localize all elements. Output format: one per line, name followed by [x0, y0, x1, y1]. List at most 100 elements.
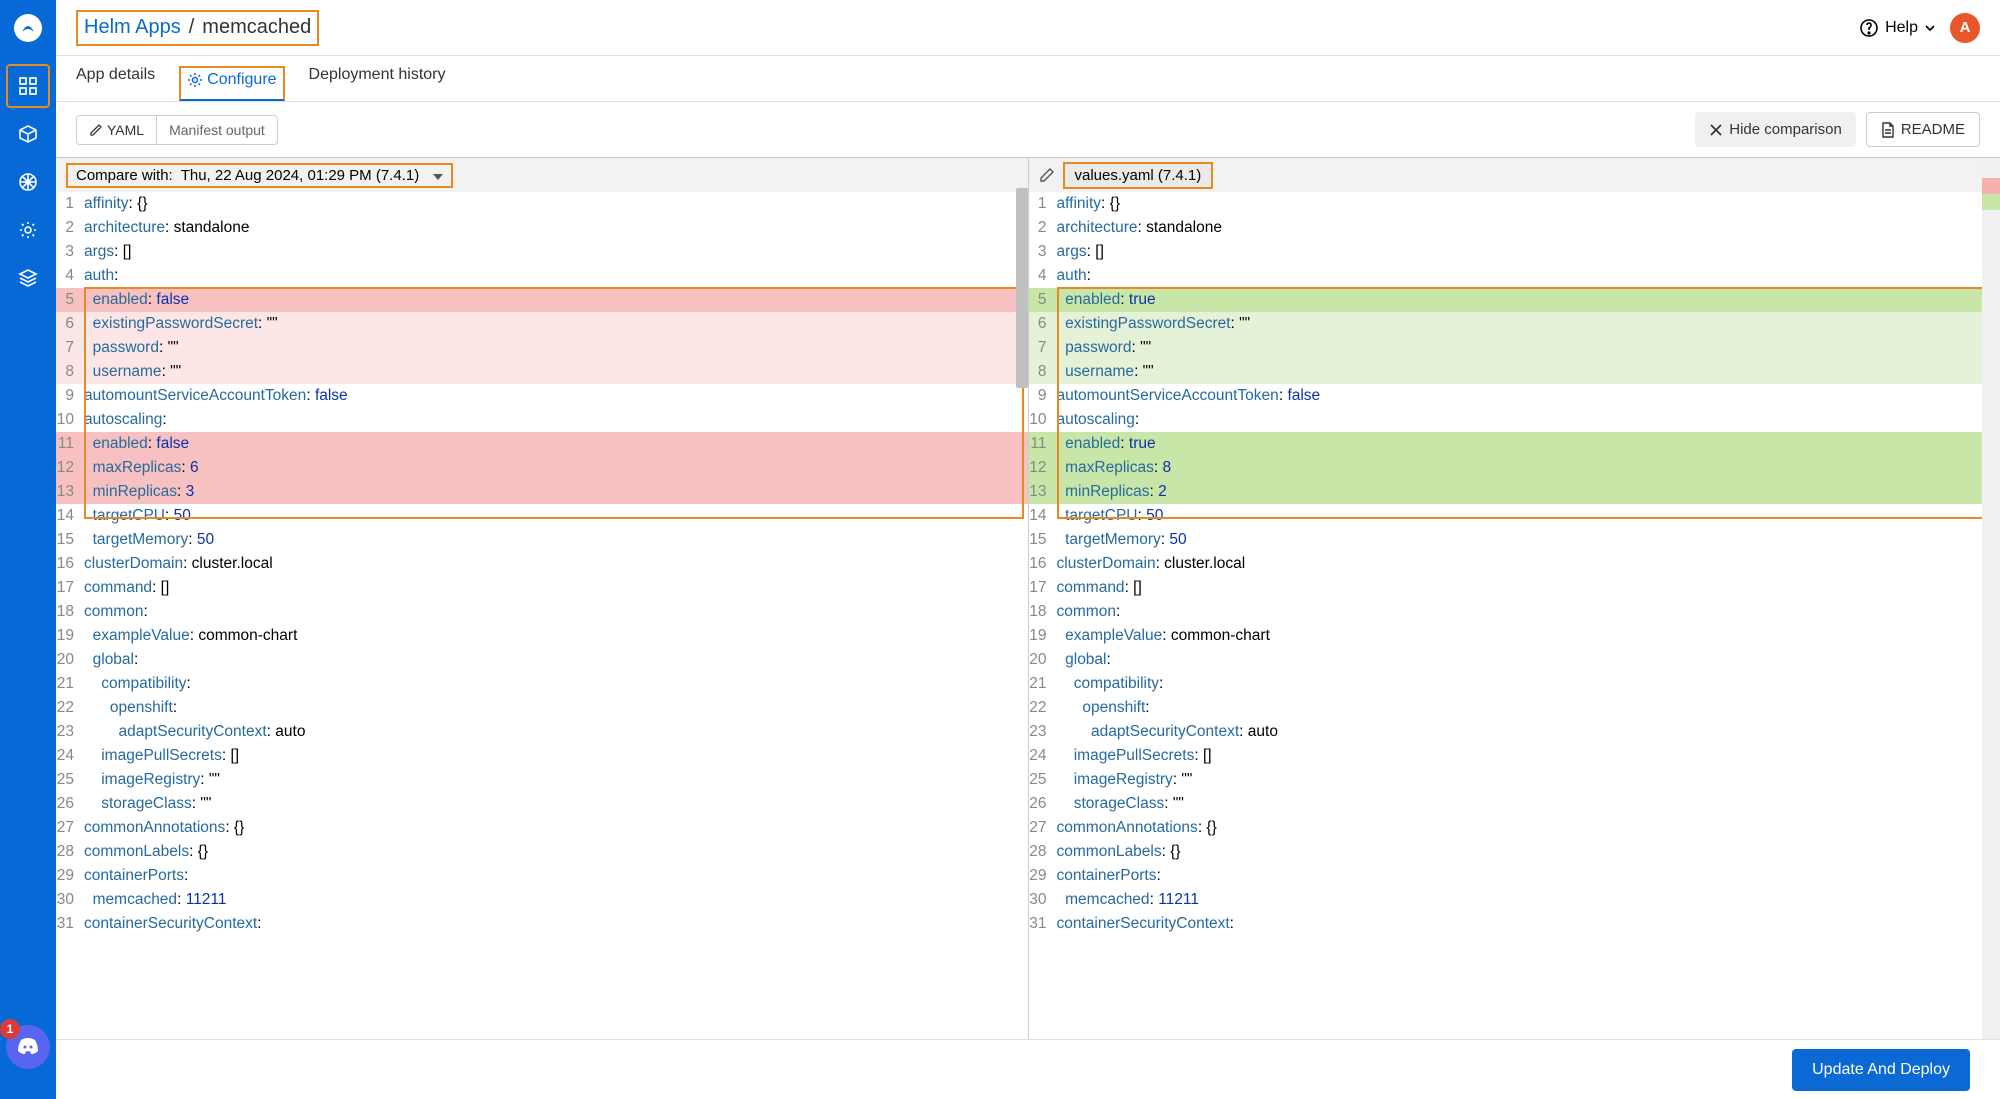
code-line: 31containerSecurityContext:	[1029, 912, 2000, 936]
compare-with-dropdown[interactable]: Compare with: Thu, 22 Aug 2024, 01:29 PM…	[66, 163, 453, 188]
diff-area: Compare with: Thu, 22 Aug 2024, 01:29 PM…	[56, 157, 2000, 1039]
code-line: 21 compatibility:	[1029, 672, 2000, 696]
code-content: auth:	[1057, 264, 2000, 288]
manifest-button[interactable]: Manifest output	[157, 116, 277, 144]
nav-steering-icon[interactable]	[6, 160, 50, 204]
code-line: 1affinity: {}	[56, 192, 1028, 216]
code-line: 26 storageClass: ""	[1029, 792, 2000, 816]
footer: Update And Deploy	[56, 1039, 2000, 1099]
breadcrumb-root[interactable]: Helm Apps	[84, 16, 181, 39]
code-line: 1affinity: {}	[1029, 192, 2000, 216]
code-line: 23 adaptSecurityContext: auto	[56, 720, 1028, 744]
code-content: containerPorts:	[84, 864, 1028, 888]
line-number: 8	[56, 360, 84, 384]
code-content: memcached: 11211	[1057, 888, 2000, 912]
line-number: 31	[1029, 912, 1057, 936]
code-line: 3args: []	[1029, 240, 2000, 264]
line-number: 2	[1029, 216, 1057, 240]
product-logo[interactable]	[10, 10, 46, 46]
gear-icon	[187, 72, 203, 88]
line-number: 4	[1029, 264, 1057, 288]
code-content: targetMemory: 50	[84, 528, 1028, 552]
code-line: 29containerPorts:	[56, 864, 1028, 888]
code-line: 12 maxReplicas: 8	[1029, 456, 2000, 480]
code-line: 15 targetMemory: 50	[1029, 528, 2000, 552]
code-content: imagePullSecrets: []	[1057, 744, 2000, 768]
code-line: 10autoscaling:	[1029, 408, 2000, 432]
code-content: enabled: false	[84, 288, 1028, 312]
code-content: automountServiceAccountToken: false	[1057, 384, 2000, 408]
tab-configure[interactable]: Configure	[179, 66, 284, 101]
code-line: 9automountServiceAccountToken: false	[1029, 384, 2000, 408]
left-code[interactable]: 1affinity: {}2architecture: standalone3a…	[56, 192, 1028, 1039]
code-content: containerSecurityContext:	[84, 912, 1028, 936]
tab-deployment-history[interactable]: Deployment history	[309, 66, 446, 101]
line-number: 22	[56, 696, 84, 720]
line-number: 30	[1029, 888, 1057, 912]
code-content: affinity: {}	[84, 192, 1028, 216]
hide-comparison-button[interactable]: Hide comparison	[1695, 112, 1856, 147]
update-and-deploy-button[interactable]: Update And Deploy	[1792, 1049, 1970, 1091]
line-number: 7	[56, 336, 84, 360]
line-number: 16	[56, 552, 84, 576]
help-button[interactable]: Help	[1859, 18, 1936, 38]
avatar[interactable]: A	[1950, 13, 1980, 43]
header: Helm Apps / memcached Help A	[56, 0, 2000, 56]
nav-gear-icon[interactable]	[6, 208, 50, 252]
discord-badge[interactable]: 1	[6, 1025, 50, 1069]
line-number: 28	[56, 840, 84, 864]
nav-layers-icon[interactable]	[6, 256, 50, 300]
nav-cube-icon[interactable]	[6, 112, 50, 156]
code-content: args: []	[1057, 240, 2000, 264]
tab-app-details[interactable]: App details	[76, 66, 155, 101]
line-number: 27	[56, 816, 84, 840]
code-content: minReplicas: 3	[84, 480, 1028, 504]
readme-button[interactable]: README	[1866, 112, 1980, 147]
pencil-icon[interactable]	[1039, 167, 1055, 183]
code-content: architecture: standalone	[84, 216, 1028, 240]
scrollbar[interactable]	[1016, 188, 1028, 388]
code-line: 2architecture: standalone	[56, 216, 1028, 240]
code-content: commonAnnotations: {}	[84, 816, 1028, 840]
code-line: 13 minReplicas: 2	[1029, 480, 2000, 504]
code-content: auth:	[84, 264, 1028, 288]
code-line: 30 memcached: 11211	[56, 888, 1028, 912]
help-label: Help	[1885, 19, 1918, 37]
line-number: 6	[1029, 312, 1057, 336]
tab-configure-label: Configure	[207, 71, 276, 89]
code-content: password: ""	[1057, 336, 2000, 360]
line-number: 8	[1029, 360, 1057, 384]
code-content: affinity: {}	[1057, 192, 2000, 216]
line-number: 3	[1029, 240, 1057, 264]
close-icon	[1709, 123, 1723, 137]
code-line: 2architecture: standalone	[1029, 216, 2000, 240]
code-line: 3args: []	[56, 240, 1028, 264]
toolbar: YAML Manifest output Hide comparison REA…	[56, 102, 2000, 157]
code-line: 28commonLabels: {}	[1029, 840, 2000, 864]
code-line: 10autoscaling:	[56, 408, 1028, 432]
code-content: autoscaling:	[84, 408, 1028, 432]
minimap[interactable]	[1982, 158, 2000, 1039]
line-number: 31	[56, 912, 84, 936]
line-number: 26	[56, 792, 84, 816]
code-content: automountServiceAccountToken: false	[84, 384, 1028, 408]
code-line: 19 exampleValue: common-chart	[56, 624, 1028, 648]
yaml-button[interactable]: YAML	[77, 116, 157, 144]
code-content: adaptSecurityContext: auto	[84, 720, 1028, 744]
code-line: 5 enabled: false	[56, 288, 1028, 312]
right-code[interactable]: 1affinity: {}2architecture: standalone3a…	[1029, 192, 2000, 1039]
line-number: 26	[1029, 792, 1057, 816]
code-content: openshift:	[84, 696, 1028, 720]
code-line: 23 adaptSecurityContext: auto	[1029, 720, 2000, 744]
code-line: 27commonAnnotations: {}	[56, 816, 1028, 840]
nav-apps-icon[interactable]	[6, 64, 50, 108]
right-pane-header: values.yaml (7.4.1)	[1029, 158, 2000, 192]
line-number: 14	[1029, 504, 1057, 528]
left-pane: Compare with: Thu, 22 Aug 2024, 01:29 PM…	[56, 158, 1029, 1039]
code-content: containerPorts:	[1057, 864, 2000, 888]
line-number: 7	[1029, 336, 1057, 360]
code-line: 18common:	[56, 600, 1028, 624]
code-content: storageClass: ""	[84, 792, 1028, 816]
code-line: 17command: []	[56, 576, 1028, 600]
line-number: 30	[56, 888, 84, 912]
